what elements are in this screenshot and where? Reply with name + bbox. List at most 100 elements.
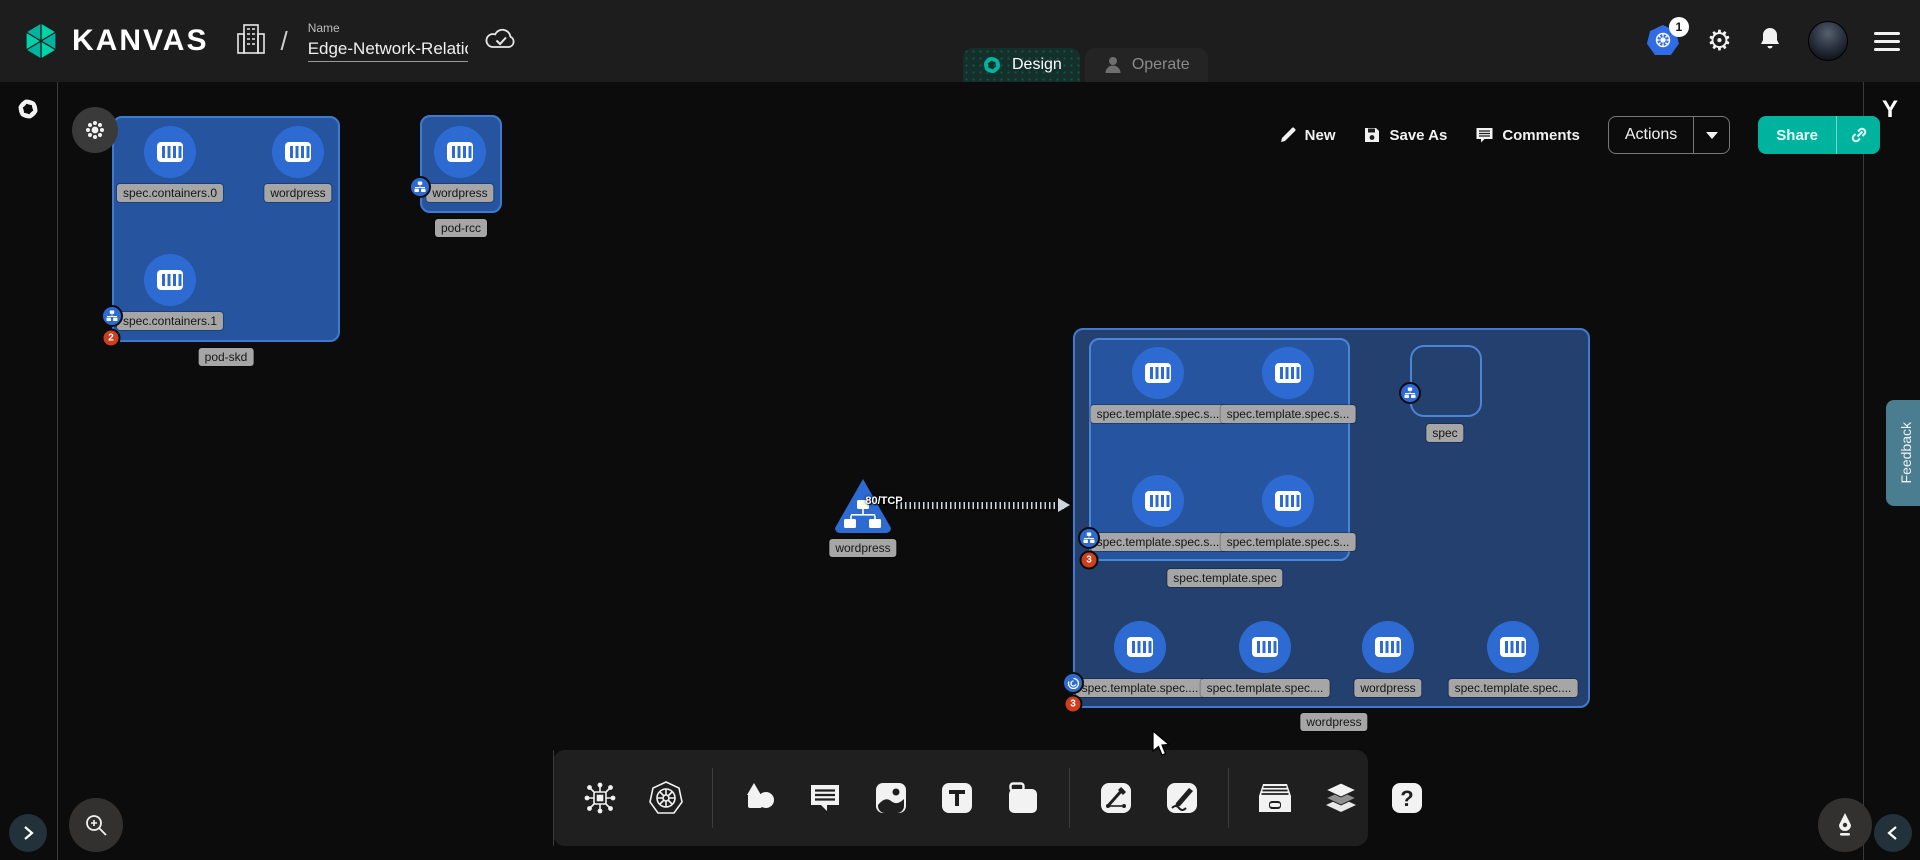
zoom-search-button[interactable] — [69, 798, 123, 852]
svg-text:?: ? — [1400, 786, 1413, 811]
kubernetes-context-button[interactable]: 1 — [1647, 25, 1681, 57]
kubernetes-helm-icon — [648, 780, 684, 816]
copy-link-button[interactable] — [1836, 116, 1880, 154]
tab-operate-label: Operate — [1132, 56, 1190, 74]
design-name-input[interactable] — [308, 37, 468, 62]
text-tool-button[interactable] — [937, 778, 977, 818]
container-node[interactable] — [144, 126, 196, 178]
note-icon — [1006, 781, 1040, 815]
node-label: spec.template.spec.... — [1076, 679, 1205, 697]
new-button[interactable]: New — [1279, 126, 1336, 144]
feedback-label: Feedback — [1898, 422, 1914, 483]
container-node[interactable] — [1362, 621, 1414, 673]
node-label: spec.template.spec.s... — [1221, 533, 1356, 551]
shapes-tool-button[interactable] — [739, 778, 779, 818]
container-node[interactable] — [1262, 347, 1314, 399]
node-label: spec.template.spec.s... — [1221, 405, 1356, 423]
kanvas-logo[interactable]: KANVAS — [20, 20, 208, 62]
kubernetes-tool-button[interactable] — [646, 778, 686, 818]
container-node[interactable] — [1487, 621, 1539, 673]
container-node[interactable] — [272, 126, 324, 178]
user-avatar[interactable] — [1808, 21, 1848, 61]
cloud-saved-icon — [484, 26, 518, 57]
node-label: spec.template.spec.s... — [1091, 405, 1226, 423]
share-button[interactable]: Share — [1758, 116, 1836, 154]
container-node[interactable] — [144, 254, 196, 306]
alert-count-badge[interactable]: 3 — [1064, 695, 1083, 714]
group-label: spec — [1426, 424, 1463, 442]
network-port-icon[interactable] — [1078, 527, 1100, 549]
group-label: pod-skd — [199, 348, 254, 366]
node-label: spec.template.spec.s... — [1091, 533, 1226, 551]
note-tool-button[interactable] — [1003, 778, 1043, 818]
expand-left-panel-button[interactable] — [9, 814, 47, 852]
design-spiral-shortcut-icon[interactable] — [15, 96, 41, 127]
alert-count-badge[interactable]: 2 — [102, 329, 121, 348]
container-node[interactable] — [434, 126, 486, 178]
network-port-icon[interactable] — [101, 305, 123, 327]
tab-operate[interactable]: Operate — [1085, 48, 1208, 82]
actions-label: Actions — [1625, 126, 1677, 144]
layers-icon — [1322, 780, 1360, 816]
right-panel-divider — [1863, 82, 1864, 860]
save-floppy-icon — [1363, 126, 1381, 144]
service-node[interactable] — [831, 476, 895, 539]
service-edge[interactable] — [896, 502, 1066, 509]
pen-line-icon — [1099, 781, 1133, 815]
tab-design[interactable]: Design — [963, 48, 1080, 82]
pen-nib-button[interactable] — [1818, 798, 1872, 852]
node-label: wordpress — [829, 539, 896, 557]
save-as-label: Save As — [1389, 127, 1447, 144]
settings-gear-icon[interactable]: ⚙ — [1707, 27, 1732, 55]
notifications-bell-icon[interactable] — [1758, 26, 1782, 57]
breadcrumb-separator: / — [280, 26, 287, 57]
save-as-button[interactable]: Save As — [1363, 126, 1447, 144]
name-field-label: Name — [308, 21, 468, 35]
shapes-icon — [741, 781, 777, 815]
drawer-archive-icon — [1257, 782, 1293, 814]
container-node[interactable] — [1114, 621, 1166, 673]
container-node[interactable] — [1132, 475, 1184, 527]
network-port-icon[interactable] — [409, 176, 431, 198]
node-label: spec.containers.0 — [117, 184, 223, 202]
app-header: KANVAS / Name — [0, 0, 1920, 82]
help-question-icon: ? — [1390, 781, 1424, 815]
comments-button[interactable]: Comments — [1475, 126, 1580, 144]
actions-dropdown-button[interactable] — [1693, 117, 1729, 153]
mode-tabs: Design Operate — [963, 48, 1208, 82]
group-spec[interactable] — [1410, 345, 1482, 417]
draw-freehand-tool-button[interactable] — [1162, 778, 1202, 818]
drawer-tool-button[interactable] — [1255, 778, 1295, 818]
node-label: spec.template.spec.... — [1201, 679, 1330, 697]
comment-bubble-icon — [808, 782, 842, 814]
container-node[interactable] — [1239, 621, 1291, 673]
network-port-icon[interactable] — [1399, 382, 1421, 404]
canvas-gear-button[interactable] — [72, 107, 118, 153]
container-node[interactable] — [1132, 347, 1184, 399]
components-tool-button[interactable] — [580, 778, 620, 818]
design-spiral-icon — [981, 54, 1003, 76]
design-actionbar: New Save As Comments Actions — [1279, 116, 1880, 154]
alert-count-badge[interactable]: 3 — [1080, 551, 1099, 570]
help-tool-button[interactable]: ? — [1387, 778, 1427, 818]
kubernetes-count-badge: 1 — [1669, 17, 1689, 37]
layers-tool-button[interactable] — [1321, 778, 1361, 818]
image-tool-button[interactable] — [871, 778, 911, 818]
mouse-cursor — [1150, 730, 1174, 763]
y-icon[interactable]: Y — [1882, 96, 1898, 124]
actions-button[interactable]: Actions — [1609, 117, 1693, 153]
actions-split-button[interactable]: Actions — [1608, 116, 1730, 154]
container-node[interactable] — [1262, 475, 1314, 527]
deployment-port-icon[interactable] — [1062, 672, 1084, 694]
menu-hamburger-icon[interactable] — [1874, 32, 1900, 51]
draw-line-tool-button[interactable] — [1096, 778, 1136, 818]
comment-tool-button[interactable] — [805, 778, 845, 818]
feedback-tab[interactable]: Feedback — [1886, 400, 1920, 506]
node-label: spec.containers.1 — [117, 312, 223, 330]
expand-right-panel-button[interactable] — [1874, 814, 1912, 852]
new-label: New — [1305, 127, 1336, 144]
share-split-button[interactable]: Share — [1758, 116, 1880, 154]
organization-icon[interactable] — [236, 22, 266, 61]
text-icon — [940, 781, 974, 815]
design-canvas[interactable]: Y Feedback — [0, 82, 1920, 860]
